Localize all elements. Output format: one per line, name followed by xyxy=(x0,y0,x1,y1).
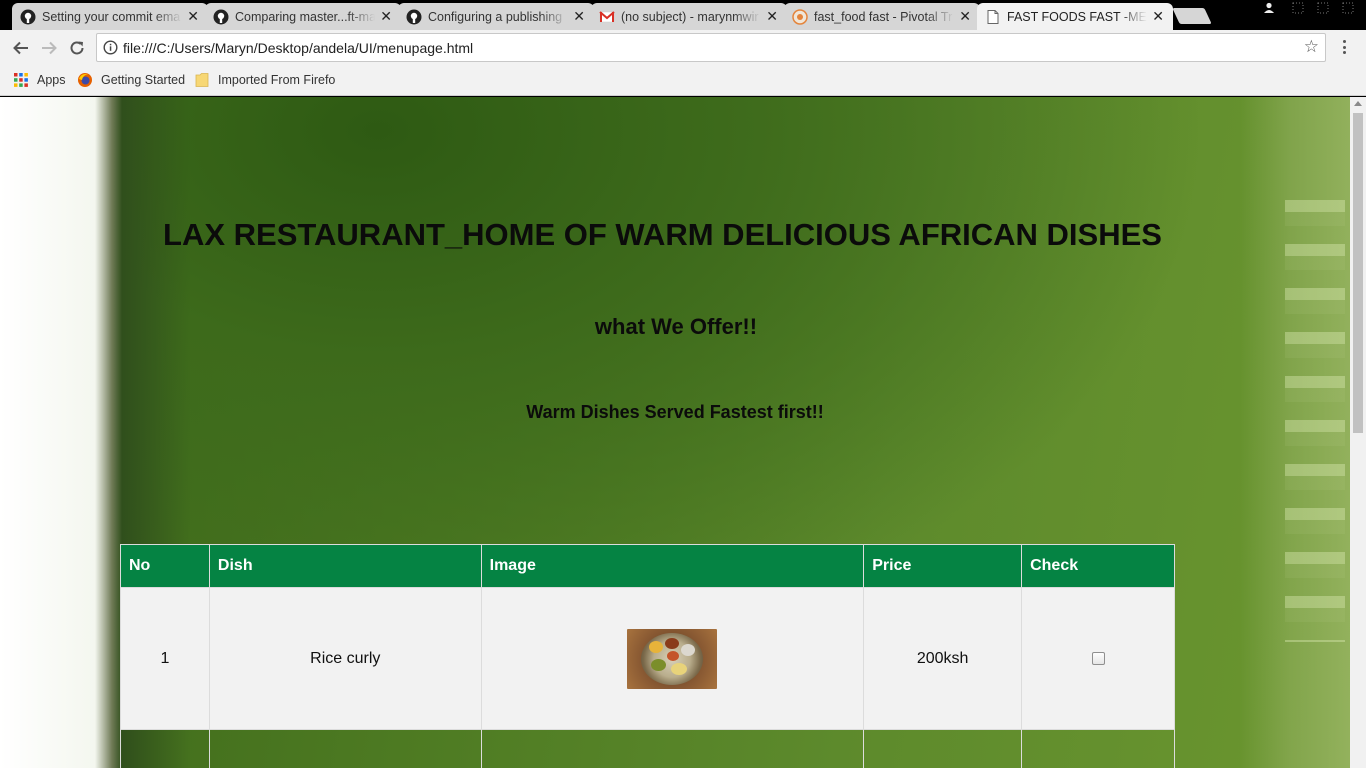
reload-icon[interactable] xyxy=(66,37,88,59)
cell-empty xyxy=(1021,729,1175,768)
minimize-icon[interactable] xyxy=(1292,2,1304,16)
bookmark-label: Imported From Firefo xyxy=(218,73,336,87)
address-bar[interactable]: file:///C:/Users/Maryn/Desktop/andela/UI… xyxy=(96,33,1326,62)
tab-strip: Setting your commit ema ✕ Comparing mast… xyxy=(0,0,1366,30)
firefox-icon xyxy=(77,72,93,88)
cell-empty xyxy=(480,729,865,768)
cell-empty xyxy=(208,729,482,768)
tab-configuring-publishing[interactable]: Configuring a publishing ✕ xyxy=(398,3,594,30)
close-icon[interactable]: ✕ xyxy=(380,8,392,24)
dish-photo xyxy=(627,628,718,689)
address-url[interactable]: file:///C:/Users/Maryn/Desktop/andela/UI… xyxy=(123,40,473,56)
toolbar: file:///C:/Users/Maryn/Desktop/andela/UI… xyxy=(0,30,1366,65)
apps-grid-icon xyxy=(13,72,29,88)
folder-icon xyxy=(194,72,210,88)
cell-no: 1 xyxy=(120,587,210,730)
close-icon[interactable]: ✕ xyxy=(573,8,585,24)
page-subtitle-text: what We Offer!! xyxy=(594,314,758,339)
header-check: Check xyxy=(1021,544,1175,588)
page-title: LAX RESTAURANT_HOME OF WARM DELICIOUS AF… xyxy=(0,217,1350,253)
menu-table: No Dish Image Price Check 1 Rice curly 2… xyxy=(120,544,1175,768)
cell-image xyxy=(480,587,865,730)
back-icon[interactable] xyxy=(10,37,32,59)
close-icon[interactable]: ✕ xyxy=(187,8,199,24)
github-icon xyxy=(406,9,422,25)
gmail-icon xyxy=(599,9,615,25)
github-icon xyxy=(213,9,229,25)
page-tagline: Warm Dishes Served Fastest first!! xyxy=(526,402,824,422)
tab-title: (no subject) - marynmwir xyxy=(621,9,759,24)
bookmark-star-icon[interactable]: ☆ xyxy=(1304,37,1319,57)
cell-price: 200ksh xyxy=(863,587,1023,730)
maximize-icon[interactable] xyxy=(1317,2,1329,16)
table-header-row: No Dish Image Price Check xyxy=(120,544,1175,588)
window-close-icon[interactable] xyxy=(1342,2,1354,16)
bookmarks-bar: Apps Getting Started Imported From Firef… xyxy=(0,65,1366,96)
bookmark-label: Getting Started xyxy=(101,73,186,87)
close-icon[interactable]: ✕ xyxy=(959,8,971,24)
select-dish-checkbox[interactable] xyxy=(1091,651,1105,665)
page-title-text: LAX RESTAURANT_HOME OF WARM DELICIOUS AF… xyxy=(163,217,1162,252)
bookmark-apps[interactable]: Apps xyxy=(13,71,66,89)
cell-empty xyxy=(863,729,1023,768)
tab-setting-commit-email[interactable]: Setting your commit ema ✕ xyxy=(12,3,208,30)
page-subtitle: what We Offer!! xyxy=(0,314,1350,340)
cell-dish: Rice curly xyxy=(208,587,482,730)
bookmark-getting-started[interactable]: Getting Started xyxy=(77,71,185,89)
table-row xyxy=(120,729,1175,768)
new-tab-button[interactable] xyxy=(1172,8,1212,24)
cell-empty xyxy=(120,729,210,768)
profile-icon[interactable] xyxy=(1262,2,1276,16)
tab-title: FAST FOODS FAST -MEN xyxy=(1007,9,1147,24)
tab-fast-foods-menu[interactable]: FAST FOODS FAST -MEN ✕ xyxy=(977,3,1173,30)
scroll-up-arrow-icon[interactable] xyxy=(1354,101,1362,106)
browser-menu-icon[interactable] xyxy=(1337,38,1351,56)
tab-title: Setting your commit ema xyxy=(42,9,181,24)
info-icon[interactable] xyxy=(103,40,118,60)
tab-pivotal-tracker[interactable]: fast_food fast - Pivotal Tr ✕ xyxy=(784,3,980,30)
header-dish: Dish xyxy=(208,544,482,588)
tab-title: Comparing master...ft-ma xyxy=(235,9,375,24)
page-viewport: LAX RESTAURANT_HOME OF WARM DELICIOUS AF… xyxy=(0,97,1350,768)
vertical-scrollbar[interactable] xyxy=(1350,97,1366,768)
bookmark-label: Apps xyxy=(37,73,66,87)
bookmark-imported-from-firefox[interactable]: Imported From Firefo xyxy=(194,71,335,89)
cell-check xyxy=(1021,587,1175,730)
tab-title: fast_food fast - Pivotal Tr xyxy=(814,9,953,24)
header-no: No xyxy=(120,544,210,588)
pivotal-tracker-icon xyxy=(792,8,808,25)
github-icon xyxy=(20,9,36,25)
tab-gmail[interactable]: (no subject) - marynmwir ✕ xyxy=(591,3,787,30)
scrollbar-thumb[interactable] xyxy=(1353,113,1363,433)
close-icon[interactable]: ✕ xyxy=(1152,8,1164,24)
tab-title: Configuring a publishing xyxy=(428,9,563,24)
header-image: Image xyxy=(480,544,865,588)
page-icon xyxy=(985,9,1001,25)
close-icon[interactable]: ✕ xyxy=(766,8,778,24)
forward-icon[interactable] xyxy=(38,37,60,59)
tab-comparing-master[interactable]: Comparing master...ft-ma ✕ xyxy=(205,3,401,30)
table-row: 1 Rice curly 200ksh xyxy=(120,587,1175,730)
header-price: Price xyxy=(863,544,1023,588)
